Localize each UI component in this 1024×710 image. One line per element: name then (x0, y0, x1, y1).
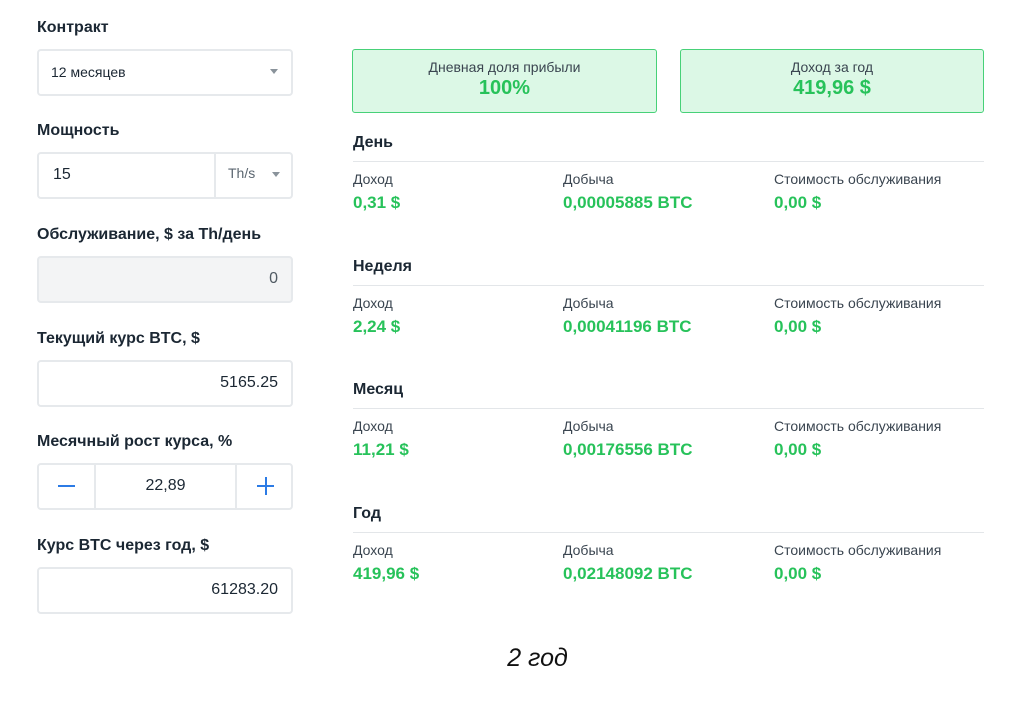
power-input-group: 15 Th/s (37, 152, 293, 199)
divider (353, 532, 984, 533)
mining-value: 0,02148092 BTC (563, 564, 693, 583)
btc-rate-input[interactable]: 5165.25 (37, 360, 293, 407)
monthly-growth-input[interactable]: 22,89 (96, 477, 235, 495)
btc-rate-year-label: Курс BTC через год, $ (37, 537, 210, 554)
maintenance-value: 0 (269, 270, 278, 287)
mining-column: Добыча 0,00176556 BTC (563, 418, 692, 460)
btc-rate-year-input: 61283.20 (37, 567, 293, 614)
monthly-growth-stepper: 22,89 (37, 463, 293, 510)
year-income-title: Доход за год (790, 59, 874, 75)
section-week: Неделя Доход 2,24 $ Добыча 0,00041196 BT… (353, 258, 984, 336)
cost-label: Стоимость обслуживания (774, 295, 942, 311)
btc-rate-year-value: 61283.20 (211, 581, 278, 598)
cost-column: Стоимость обслуживания 0,00 $ (774, 171, 941, 213)
mining-column: Добыча 0,02148092 BTC (563, 542, 692, 584)
section-year: Год Доход 419,96 $ Добыча 0,02148092 BTC… (353, 505, 984, 583)
decrement-button[interactable] (37, 463, 96, 510)
income-value: 0,31 $ (353, 193, 401, 212)
daily-share-card: Дневная доля прибыли 100% (352, 49, 657, 113)
mining-column: Добыча 0,00005885 BTC (563, 171, 692, 213)
mining-value: 0,00041196 BTC (563, 317, 692, 336)
maintenance-input: 0 (37, 256, 293, 303)
income-column: Доход 2,24 $ (353, 295, 400, 337)
income-value: 11,21 $ (353, 440, 409, 459)
cost-label: Стоимость обслуживания (774, 542, 942, 558)
chevron-down-icon (272, 172, 280, 177)
btc-rate-label: Текущий курс BTC, $ (37, 330, 200, 347)
contract-select[interactable]: 12 месяцев (37, 49, 293, 96)
income-label: Доход (353, 542, 393, 558)
income-column: Доход 0,31 $ (353, 171, 400, 213)
cost-column: Стоимость обслуживания 0,00 $ (774, 418, 941, 460)
maintenance-label: Обслуживание, $ за Th/день (37, 226, 262, 243)
power-label: Мощность (37, 122, 120, 139)
cost-value: 0,00 $ (774, 440, 822, 459)
mining-label: Добыча (563, 171, 614, 187)
income-label: Доход (353, 418, 393, 434)
income-value: 2,24 $ (353, 317, 401, 336)
section-title: День (353, 134, 393, 151)
year-income-card: Доход за год 419,96 $ (680, 49, 984, 113)
divider (353, 285, 984, 286)
section-title: Год (353, 505, 381, 522)
power-input[interactable]: 15 (53, 166, 71, 184)
cost-column: Стоимость обслуживания 0,00 $ (774, 542, 941, 584)
mining-value: 0,00176556 BTC (563, 440, 693, 459)
increment-button[interactable] (235, 463, 293, 510)
chevron-down-icon (270, 69, 278, 74)
caption: 2 год (507, 644, 568, 672)
divider (353, 161, 984, 162)
mining-label: Добыча (563, 542, 614, 558)
cost-value: 0,00 $ (774, 564, 822, 583)
minus-icon (58, 485, 75, 487)
income-value: 419,96 $ (353, 564, 420, 583)
section-title: Неделя (353, 258, 413, 275)
divider (353, 408, 984, 409)
cost-value: 0,00 $ (774, 193, 822, 212)
contract-value: 12 месяцев (51, 64, 126, 80)
section-title: Месяц (353, 381, 404, 398)
contract-label: Контракт (37, 19, 109, 36)
income-label: Доход (353, 171, 393, 187)
section-day: День Доход 0,31 $ Добыча 0,00005885 BTC … (353, 134, 984, 212)
year-income-value: 419,96 $ (793, 77, 871, 99)
mining-label: Добыча (563, 418, 614, 434)
power-unit-value: Th/s (228, 165, 256, 181)
income-column: Доход 11,21 $ (353, 418, 409, 460)
income-label: Доход (353, 295, 393, 311)
income-column: Доход 419,96 $ (353, 542, 419, 584)
cost-label: Стоимость обслуживания (774, 171, 942, 187)
monthly-growth-label: Месячный рост курса, % (37, 433, 233, 450)
cost-label: Стоимость обслуживания (774, 418, 942, 434)
cost-column: Стоимость обслуживания 0,00 $ (774, 295, 941, 337)
btc-rate-value: 5165.25 (220, 374, 278, 391)
mining-label: Добыча (563, 295, 614, 311)
mining-value: 0,00005885 BTC (563, 193, 693, 212)
cost-value: 0,00 $ (774, 317, 822, 336)
daily-share-title: Дневная доля прибыли (428, 59, 581, 75)
mining-column: Добыча 0,00041196 BTC (563, 295, 692, 337)
power-unit-select[interactable]: Th/s (214, 152, 293, 199)
section-month: Месяц Доход 11,21 $ Добыча 0,00176556 BT… (353, 381, 984, 459)
daily-share-value: 100% (478, 77, 531, 99)
